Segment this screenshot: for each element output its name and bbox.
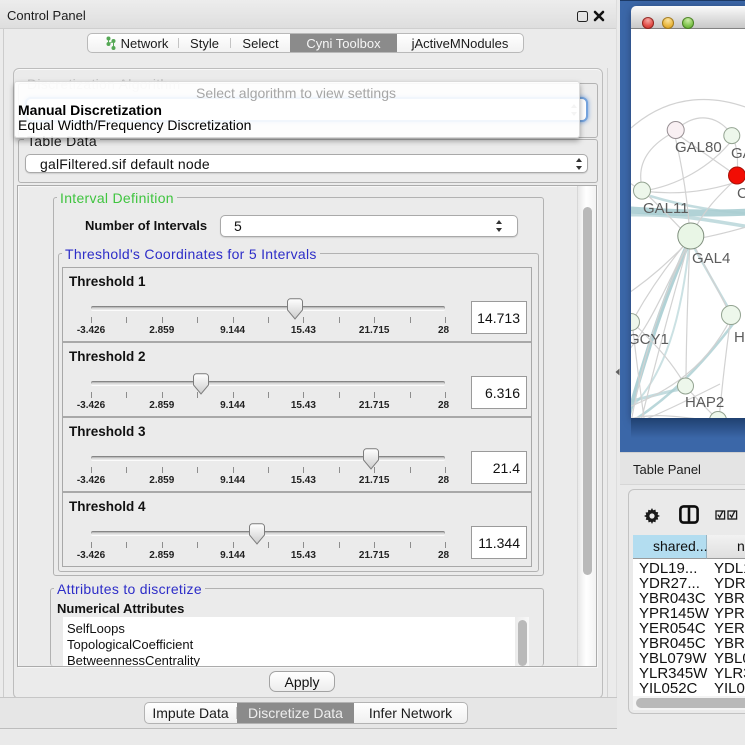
svg-text:HAP2: HAP2	[685, 394, 724, 411]
svg-text:GAL80: GAL80	[675, 139, 722, 156]
svg-text:GAL4: GAL4	[692, 250, 730, 267]
svg-text:C: C	[737, 185, 745, 202]
svg-text:GCY1: GCY1	[631, 331, 669, 348]
svg-text:GA: GA	[731, 145, 745, 162]
svg-text:H: H	[734, 329, 745, 346]
svg-text:GAL11: GAL11	[643, 200, 689, 217]
